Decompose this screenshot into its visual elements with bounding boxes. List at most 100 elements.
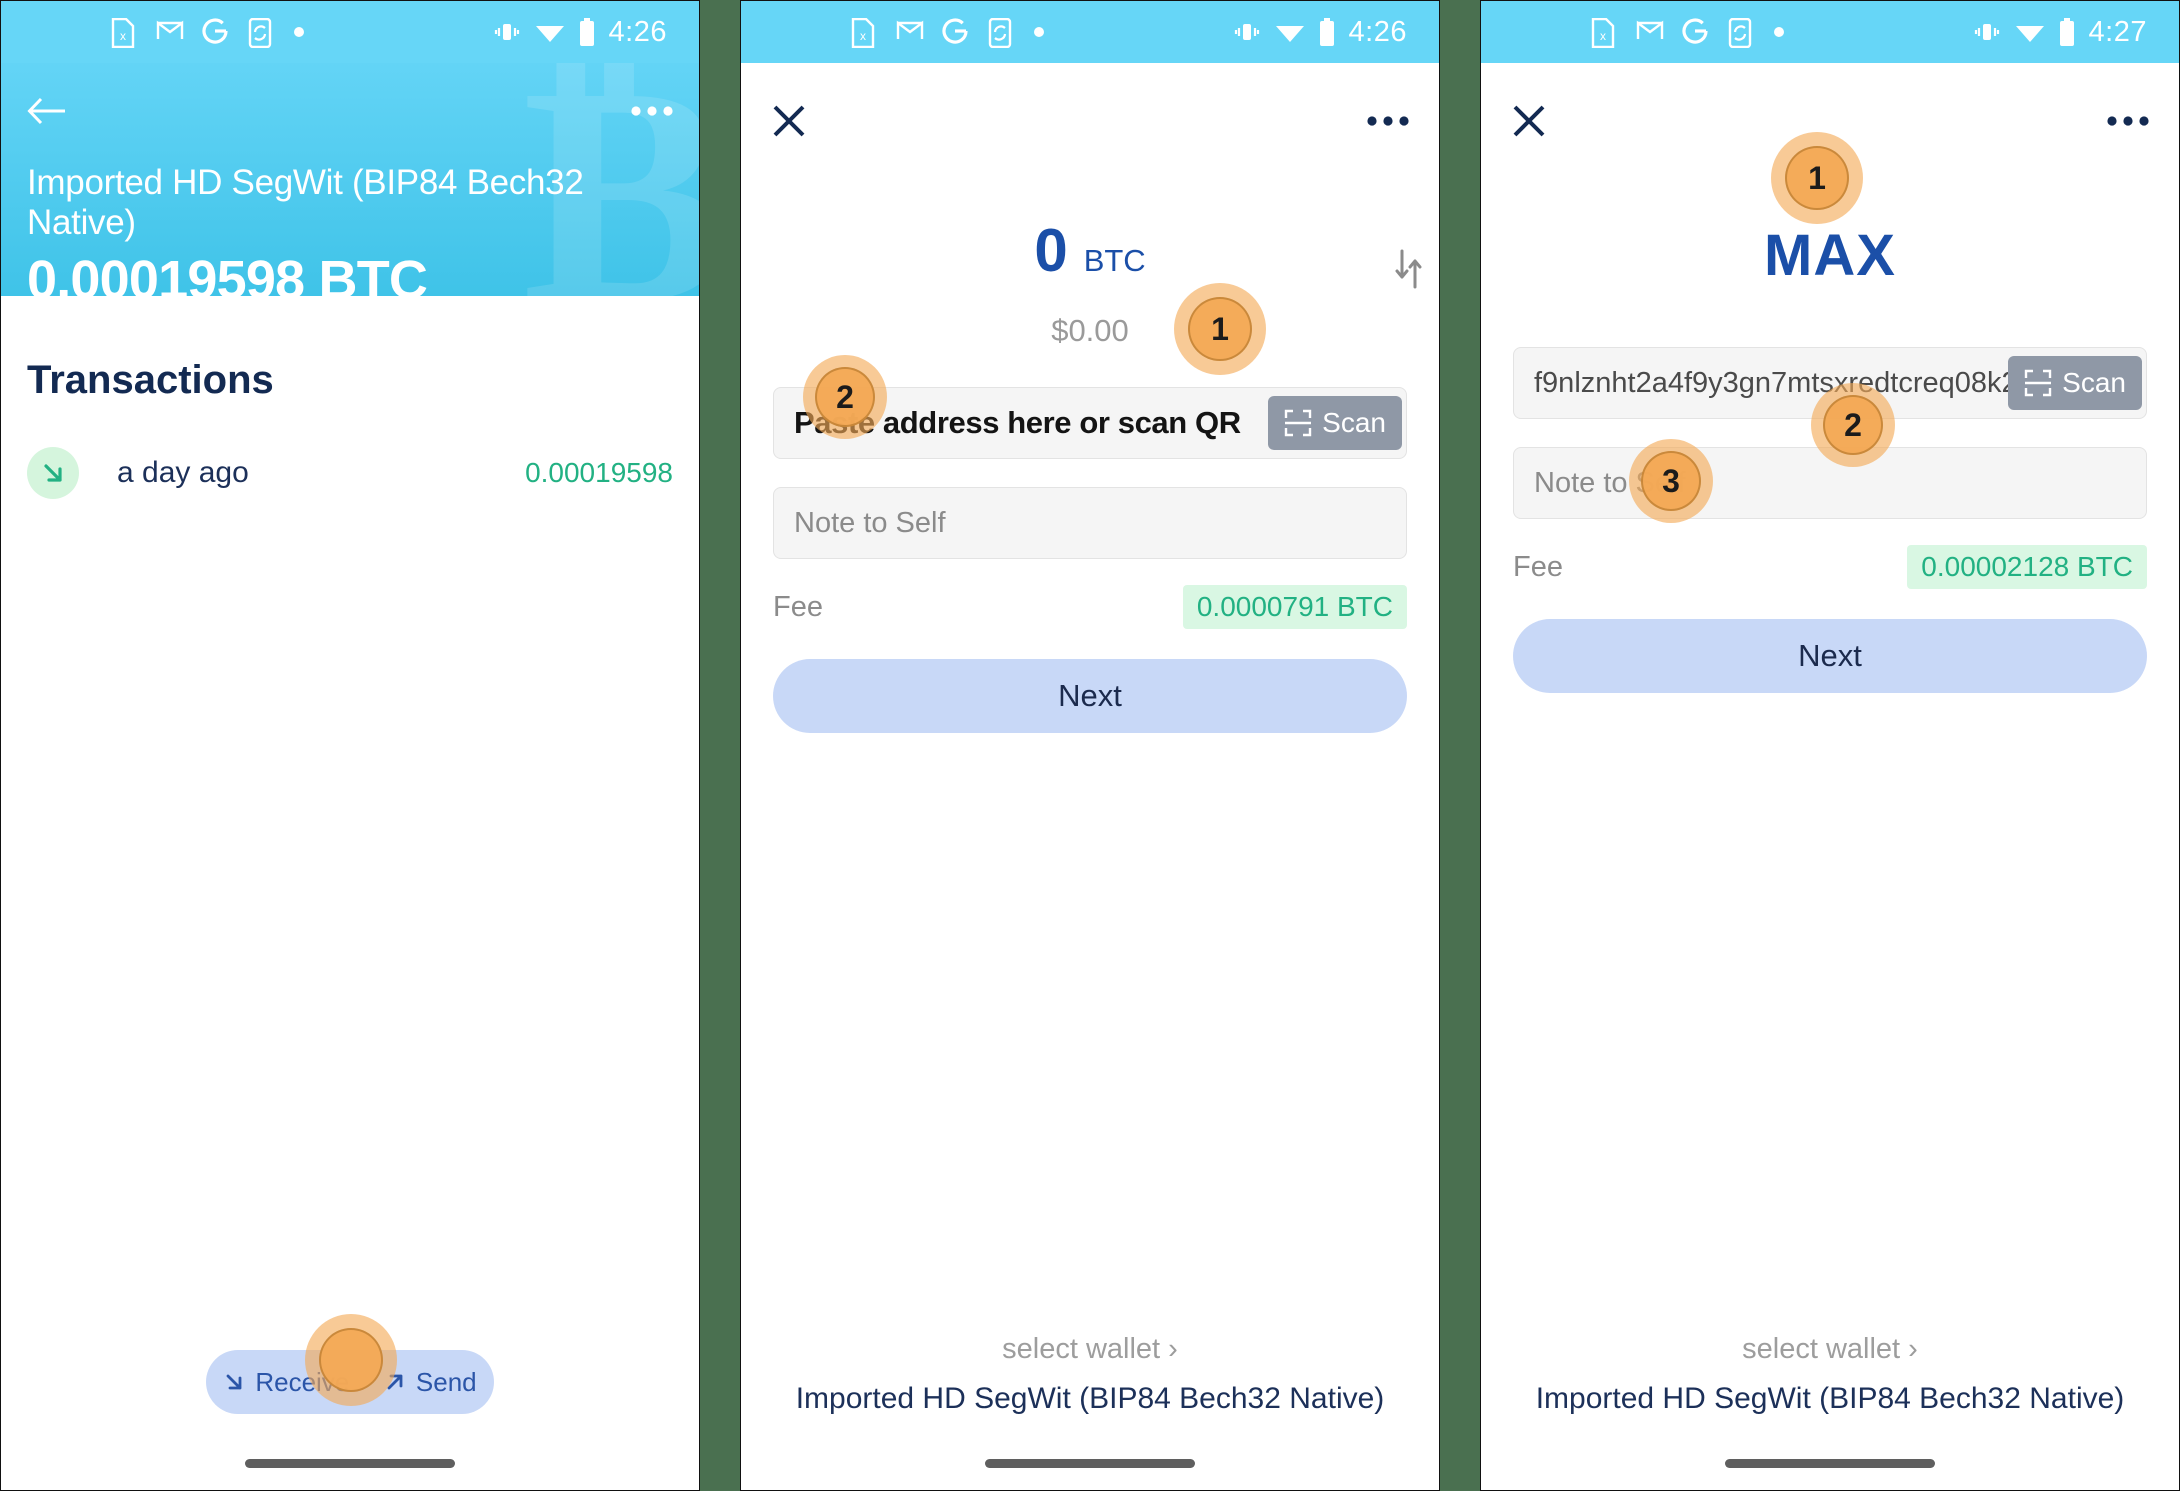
phone-panel-send-max: x 4:27 MAX f9nlznht2a4f9y3gn7mtsxredtcre…: [1480, 0, 2180, 1491]
wallet-hero-header: ₿ Imported HD SegWit (BIP84 Bech32 Nativ…: [1, 63, 699, 296]
select-wallet-button[interactable]: select wallet ›: [1481, 1333, 2179, 1366]
more-options-icon[interactable]: [2107, 115, 2149, 127]
annotation-badge-inner: [319, 1328, 383, 1392]
send-topbar: [741, 73, 1439, 169]
status-bar-left-icons: x: [1590, 18, 1784, 48]
table-row[interactable]: a day ago 0.00019598: [27, 447, 673, 499]
next-label: Next: [1798, 638, 1862, 673]
file-x-icon: x: [110, 18, 136, 48]
dot-icon: [294, 27, 304, 37]
transactions-section: Transactions a day ago 0.00019598: [1, 358, 699, 499]
send-button[interactable]: Send: [384, 1367, 477, 1398]
wallet-name: Imported HD SegWit (BIP84 Bech32 Native): [1535, 1382, 2125, 1415]
next-label: Next: [1058, 678, 1122, 713]
select-wallet-label: select wallet: [1002, 1333, 1161, 1365]
more-options-icon[interactable]: [1367, 115, 1409, 127]
swap-units-icon[interactable]: [1391, 247, 1425, 291]
select-wallet-button[interactable]: select wallet ›: [741, 1333, 1439, 1366]
google-icon: [1682, 18, 1708, 46]
note-input[interactable]: Note to Self: [773, 487, 1407, 559]
amount-value: MAX: [1764, 223, 1896, 288]
address-value: f9nlznht2a4f9y3gn7mtsxredtcreq08k2sve8: [1534, 366, 2008, 399]
dot-icon: [1774, 27, 1784, 37]
annotation-number: 1: [1785, 146, 1849, 210]
wallet-balance: 0.00019598 BTC: [27, 250, 428, 296]
gmail-icon: [1636, 18, 1664, 46]
next-button[interactable]: Next: [1513, 619, 2147, 693]
google-icon: [942, 18, 968, 46]
status-bar: x: [741, 1, 1439, 63]
wifi-icon: [2015, 20, 2045, 44]
status-bar-left-icons: x: [110, 18, 304, 48]
status-bar: x: [1, 1, 699, 63]
status-bar-right: 4:26: [493, 16, 667, 49]
arrow-down-right-icon: [27, 447, 79, 499]
phone-sync-icon: [248, 18, 274, 48]
close-icon[interactable]: [1511, 103, 1547, 139]
fee-row: Fee 0.0000791 BTC: [773, 585, 1407, 629]
next-button[interactable]: Next: [773, 659, 1407, 733]
status-bar-clock: 4:27: [2088, 15, 2147, 48]
wallet-topbar: [27, 63, 673, 159]
svg-text:x: x: [1600, 29, 1606, 43]
note-placeholder: Note to Self: [794, 506, 946, 539]
select-wallet-label: select wallet: [1742, 1333, 1901, 1365]
more-options-icon[interactable]: [631, 105, 673, 117]
annotation-badge-2: 2: [803, 355, 887, 439]
annotation-badge-3: 3: [1629, 439, 1713, 523]
scan-label: Scan: [1322, 407, 1386, 438]
transaction-time: a day ago: [117, 456, 249, 489]
battery-icon: [2059, 18, 2075, 46]
battery-icon: [1319, 18, 1335, 46]
scan-button[interactable]: Scan: [1268, 396, 1402, 450]
annotation-number: 2: [815, 367, 875, 427]
phone-sync-icon: [988, 18, 1014, 48]
annotation-number: 3: [1641, 451, 1701, 511]
phone-sync-icon: [1728, 18, 1754, 48]
vibrate-icon: [1973, 20, 2001, 44]
dot-icon: [1034, 27, 1044, 37]
fee-label: Fee: [773, 590, 823, 623]
wallet-footer: select wallet › Imported HD SegWit (BIP8…: [741, 1333, 1439, 1416]
scan-label: Scan: [2062, 367, 2126, 398]
annotation-number: 2: [1823, 395, 1883, 455]
scan-button[interactable]: Scan: [2008, 356, 2142, 410]
vibrate-icon: [1233, 20, 1261, 44]
battery-icon: [579, 18, 595, 46]
close-icon[interactable]: [771, 103, 807, 139]
fee-label: Fee: [1513, 550, 1563, 583]
status-bar-left-icons: x: [850, 18, 1044, 48]
vibrate-icon: [493, 20, 521, 44]
system-nav-handle: [1725, 1459, 1935, 1468]
phone-panel-wallet: x 4:26 Imported HD SegWit (BIP84 Bech32 …: [0, 0, 700, 1491]
amount-line[interactable]: 0 BTC: [741, 221, 1439, 281]
annotation-badge-2: 2: [1811, 383, 1895, 467]
file-x-icon: x: [1590, 18, 1616, 48]
status-badge: 0.0000791 BTC: [1182, 585, 1407, 629]
system-nav-handle: [245, 1459, 455, 1468]
status-bar-right: 4:26: [1233, 16, 1407, 49]
back-arrow-icon[interactable]: [27, 95, 67, 127]
annotation-number: 1: [1188, 297, 1252, 361]
qr-scan-icon: [1284, 409, 1312, 437]
file-x-icon: x: [850, 18, 876, 48]
status-bar-right: 4:27: [1973, 16, 2147, 49]
send-amount-zone: 0 BTC $0.00: [741, 221, 1439, 349]
annotation-badge-send: [305, 1314, 397, 1406]
status-bar-clock: 4:26: [608, 15, 667, 48]
wallet-footer: select wallet › Imported HD SegWit (BIP8…: [1481, 1333, 2179, 1416]
amount-line[interactable]: MAX: [1481, 227, 2179, 285]
fee-row: Fee 0.00002128 BTC: [1513, 545, 2147, 589]
send-amount-zone: MAX: [1481, 227, 2179, 285]
arrow-down-right-icon: [226, 1374, 242, 1390]
chevron-right-icon: ›: [1908, 1333, 1918, 1365]
annotation-badge-1: 1: [1771, 132, 1863, 224]
wifi-icon: [535, 20, 565, 44]
qr-scan-icon: [2024, 369, 2052, 397]
system-nav-handle: [985, 1459, 1195, 1468]
send-label: Send: [415, 1366, 477, 1397]
amount-value: 0: [1034, 217, 1068, 284]
svg-text:x: x: [860, 29, 866, 43]
chevron-right-icon: ›: [1168, 1333, 1178, 1365]
google-icon: [202, 18, 228, 46]
